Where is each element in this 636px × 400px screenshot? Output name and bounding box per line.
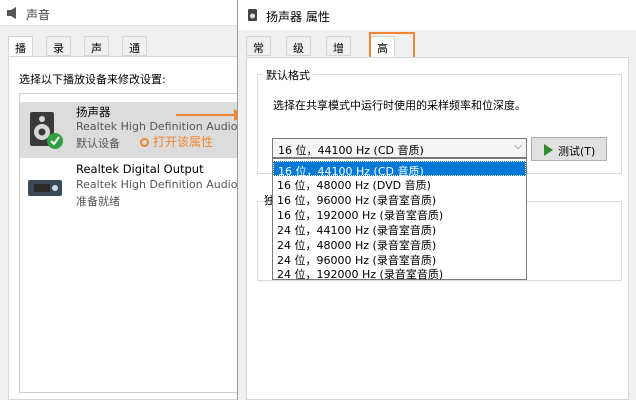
device-list: 扬声器 Realtek High Definition Audio 默认设备 R… bbox=[19, 93, 260, 393]
advanced-tab-highlight bbox=[369, 32, 415, 59]
properties-window-title: 扬声器 属性 bbox=[266, 10, 330, 24]
annotation-label: 打开该属性 bbox=[140, 133, 213, 150]
device-speaker-name: 扬声器 bbox=[76, 105, 111, 119]
sound-window: 声音 播放 录制 声音 通信 选择以下播放设备来修改设置: 扬声器 Realte… bbox=[0, 0, 260, 400]
tab-enhancements[interactable]: 增强 bbox=[326, 36, 351, 71]
format-option[interactable]: 24 位，96000 Hz (录音室音质) bbox=[273, 251, 526, 267]
device-digital-status: 准备就绪 bbox=[76, 195, 120, 208]
format-option[interactable]: 16 位，96000 Hz (录音室音质) bbox=[273, 191, 526, 207]
annotation-text: 打开该属性 bbox=[153, 135, 214, 149]
tab-levels[interactable]: 级别 bbox=[286, 36, 311, 71]
format-option[interactable]: 24 位，44100 Hz (录音室音质) bbox=[273, 221, 526, 237]
test-button[interactable]: 测试(T) bbox=[531, 137, 607, 161]
speaker-device-icon bbox=[30, 112, 63, 149]
annotation-circle-icon bbox=[140, 138, 149, 147]
device-digital-output[interactable]: Realtek Digital Output Realtek High Defi… bbox=[20, 160, 260, 216]
sound-titlebar: 声音 bbox=[0, 0, 260, 26]
chevron-down-icon: ⌵ bbox=[514, 141, 522, 152]
annotation-arrow-icon bbox=[176, 109, 246, 121]
default-format-label: 默认格式 bbox=[263, 67, 313, 83]
speaker-properties-window: 扬声器 属性 常规 级别 增强 高级 默认格式 选择在共享模式中运行时使用的采样… bbox=[237, 0, 636, 400]
device-digital-name: Realtek Digital Output bbox=[76, 162, 204, 176]
format-option[interactable]: 16 位，44100 Hz (CD 音质) bbox=[273, 161, 526, 178]
sound-window-title: 声音 bbox=[26, 8, 51, 22]
play-icon bbox=[544, 144, 553, 156]
speaker-icon bbox=[7, 7, 16, 19]
format-dropdown-list: 16 位，44100 Hz (CD 音质) 16 位，48000 Hz (DVD… bbox=[272, 158, 527, 281]
format-select[interactable]: 16 位，44100 Hz (CD 音质) ⌵ bbox=[272, 138, 527, 158]
playback-instruction: 选择以下播放设备来修改设置: bbox=[19, 73, 166, 86]
tab-communications[interactable]: 通信 bbox=[122, 36, 147, 71]
format-option[interactable]: 16 位，192000 Hz (录音室音质) bbox=[273, 206, 526, 222]
device-digital-desc: Realtek High Definition Audio bbox=[76, 178, 238, 191]
tab-recording[interactable]: 录制 bbox=[46, 36, 71, 71]
tab-sounds[interactable]: 声音 bbox=[84, 36, 109, 71]
tab-playback[interactable]: 播放 bbox=[8, 36, 33, 71]
properties-titlebar: 扬声器 属性 bbox=[238, 0, 636, 30]
tab-general[interactable]: 常规 bbox=[246, 36, 271, 71]
speaker-icon bbox=[248, 9, 257, 21]
default-format-desc: 选择在共享模式中运行时使用的采样频率和位深度。 bbox=[273, 99, 526, 112]
digital-output-icon bbox=[28, 180, 62, 196]
format-option[interactable]: 24 位，192000 Hz (录音室音质) bbox=[273, 265, 526, 281]
format-option[interactable]: 16 位，48000 Hz (DVD 音质) bbox=[273, 176, 526, 192]
format-option[interactable]: 24 位，48000 Hz (录音室音质) bbox=[273, 236, 526, 252]
device-speaker-status: 默认设备 bbox=[76, 137, 120, 150]
format-select-value: 16 位，44100 Hz (CD 音质) bbox=[278, 144, 424, 157]
test-button-label: 测试(T) bbox=[558, 145, 596, 158]
